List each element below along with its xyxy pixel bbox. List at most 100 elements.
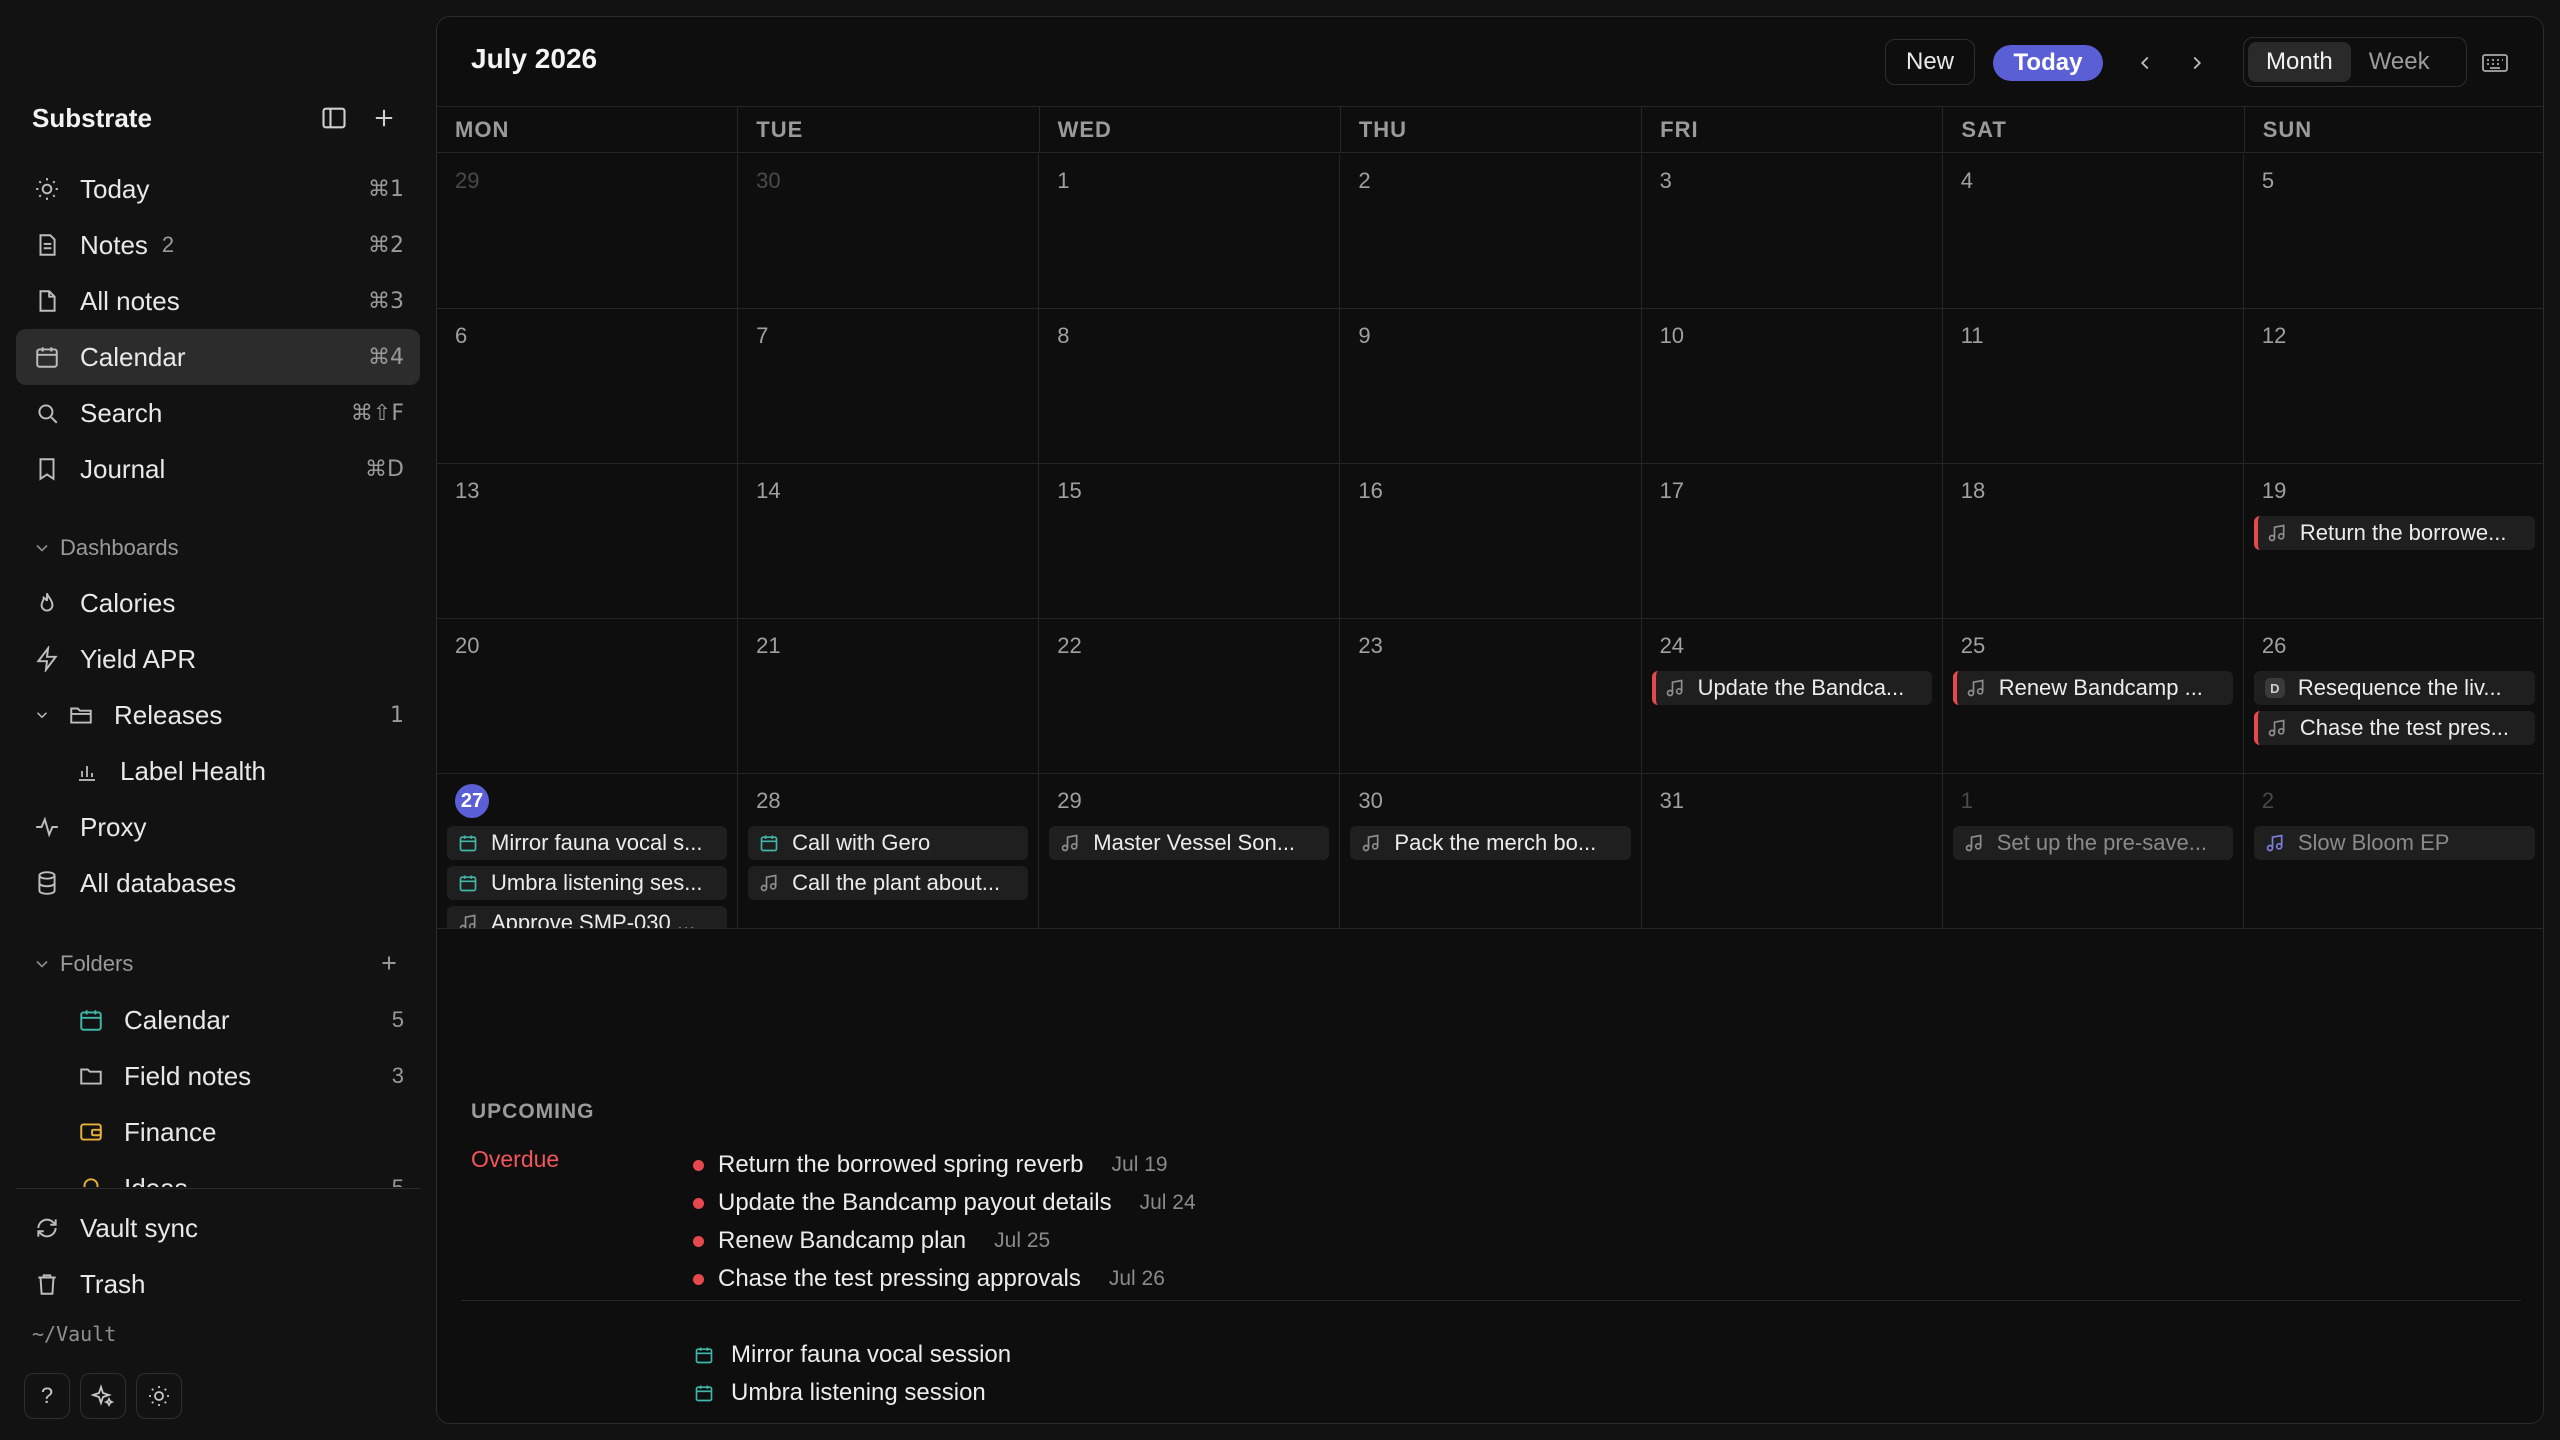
- day-cell[interactable]: 18: [1942, 464, 2244, 619]
- event-chip[interactable]: Mirror fauna vocal s...: [447, 826, 728, 860]
- add-icon[interactable]: [364, 98, 404, 138]
- day-cell[interactable]: 1: [1039, 154, 1341, 309]
- upcoming-item[interactable]: Umbra listening session: [693, 1374, 1011, 1412]
- day-cell[interactable]: 28 Call with Gero Call the plant about...: [738, 774, 1040, 929]
- nav-item-calories[interactable]: Calories: [16, 575, 420, 631]
- event-chip-overdue[interactable]: Update the Bandca...: [1651, 671, 1932, 705]
- day-cell[interactable]: 7: [738, 309, 1040, 464]
- day-cell[interactable]: 31: [1641, 774, 1943, 929]
- day-cell[interactable]: 2 Slow Bloom EP: [2243, 774, 2543, 929]
- event-chip[interactable]: Umbra listening ses...: [447, 866, 728, 900]
- day-cell[interactable]: 25 Renew Bandcamp ...: [1942, 619, 2244, 774]
- day-number: 19: [2261, 478, 2287, 503]
- music-note-icon: [1963, 832, 1985, 854]
- event-chip[interactable]: D Resequence the liv...: [2253, 671, 2535, 705]
- shortcut-label: ⌘D: [365, 456, 404, 482]
- nav-item-notes[interactable]: Notes 2 ⌘2: [16, 217, 420, 273]
- nav-item-label-health[interactable]: Label Health: [16, 743, 420, 799]
- day-cell[interactable]: 29: [437, 154, 739, 309]
- nav-item-vault-sync[interactable]: Vault sync: [16, 1200, 420, 1256]
- overdue-item[interactable]: Renew Bandcamp plan Jul 25: [693, 1222, 1196, 1260]
- prev-month-button[interactable]: [2127, 45, 2163, 81]
- folder-item-calendar[interactable]: Calendar 5: [16, 992, 420, 1048]
- upcoming-divider: [461, 1300, 2521, 1301]
- day-cell[interactable]: 4: [1942, 154, 2244, 309]
- event-chip[interactable]: Master Vessel Son...: [1049, 826, 1330, 860]
- day-cell[interactable]: 8: [1039, 309, 1341, 464]
- nav-item-all-notes[interactable]: All notes ⌘3: [16, 273, 420, 329]
- day-cell[interactable]: 3: [1641, 154, 1943, 309]
- folder-item-finance[interactable]: Finance: [16, 1104, 420, 1160]
- dashboards-section-header[interactable]: Dashboards: [32, 530, 404, 566]
- day-cell[interactable]: 19 Return the borrowe...: [2243, 464, 2543, 619]
- day-cell[interactable]: 17: [1641, 464, 1943, 619]
- nav-item-releases[interactable]: Releases 1: [16, 687, 420, 743]
- overdue-item[interactable]: Update the Bandcamp payout details Jul 24: [693, 1184, 1196, 1222]
- event-chip[interactable]: Call with Gero: [748, 826, 1029, 860]
- day-cell[interactable]: 13: [437, 464, 739, 619]
- day-cell[interactable]: 14: [738, 464, 1040, 619]
- theme-button[interactable]: [136, 1373, 182, 1419]
- day-cell[interactable]: 2: [1340, 154, 1642, 309]
- next-month-button[interactable]: [2179, 45, 2215, 81]
- event-chip[interactable]: Slow Bloom EP: [2253, 826, 2535, 860]
- sparkle-button[interactable]: [80, 1373, 126, 1419]
- day-cell[interactable]: 30: [738, 154, 1040, 309]
- weekday-label: WED: [1040, 107, 1341, 152]
- day-cell[interactable]: 23: [1340, 619, 1642, 774]
- chevron-down-icon[interactable]: [32, 700, 52, 730]
- day-cell[interactable]: 12: [2243, 309, 2543, 464]
- overdue-item[interactable]: Return the borrowed spring reverb Jul 19: [693, 1146, 1196, 1184]
- day-cell[interactable]: 22: [1039, 619, 1341, 774]
- event-chip[interactable]: Call the plant about...: [748, 866, 1029, 900]
- day-number: 14: [756, 478, 781, 503]
- day-cell[interactable]: 30 Pack the merch bo...: [1340, 774, 1642, 929]
- event-chip-overdue[interactable]: Renew Bandcamp ...: [1952, 671, 2233, 705]
- event-chip-overdue[interactable]: Return the borrowe...: [2253, 516, 2535, 550]
- toggle-sidebar-icon[interactable]: [314, 98, 354, 138]
- event-chip[interactable]: Set up the pre-save...: [1952, 826, 2233, 860]
- nav-item-journal[interactable]: Journal ⌘D: [16, 441, 420, 497]
- day-cell[interactable]: 1 Set up the pre-save...: [1942, 774, 2244, 929]
- shortcut-label: ⌘⇧F: [350, 400, 404, 426]
- day-cell[interactable]: 24 Update the Bandca...: [1641, 619, 1943, 774]
- overdue-item-date: Jul 19: [1111, 1153, 1168, 1176]
- event-chip-overdue[interactable]: Chase the test pres...: [2253, 711, 2535, 745]
- help-button[interactable]: ?: [24, 1373, 70, 1419]
- nav-label: Today: [80, 173, 150, 204]
- day-cell[interactable]: 11: [1942, 309, 2244, 464]
- day-cell[interactable]: 5: [2243, 154, 2543, 309]
- event-chip[interactable]: Approve SMP-030 ...: [447, 906, 728, 928]
- day-cell[interactable]: 9: [1340, 309, 1642, 464]
- day-cell-today[interactable]: 27 Mirror fauna vocal s... Umbra listening…: [437, 774, 739, 929]
- nav-item-all-databases[interactable]: All databases: [16, 855, 420, 911]
- folder-item-ideas[interactable]: Ideas 5: [16, 1160, 420, 1187]
- day-cell[interactable]: 21: [738, 619, 1040, 774]
- day-cell[interactable]: 29 Master Vessel Son...: [1039, 774, 1341, 929]
- day-cell[interactable]: 20: [437, 619, 739, 774]
- folder-item-field-notes[interactable]: Field notes 3: [16, 1048, 420, 1104]
- nav-item-trash[interactable]: Trash: [16, 1256, 420, 1312]
- view-month-option[interactable]: Month: [2248, 42, 2351, 82]
- overdue-item[interactable]: Chase the test pressing approvals Jul 26: [693, 1260, 1196, 1298]
- day-cell[interactable]: 6: [437, 309, 739, 464]
- event-chip[interactable]: Pack the merch bo...: [1350, 826, 1631, 860]
- keyboard-shortcuts-button[interactable]: [2475, 47, 2515, 79]
- upcoming-item[interactable]: Mirror fauna vocal session: [693, 1336, 1011, 1374]
- view-week-option[interactable]: Week: [2351, 42, 2448, 82]
- chevron-left-icon: [2134, 52, 2156, 74]
- add-folder-icon[interactable]: [376, 950, 404, 978]
- nav-item-search[interactable]: Search ⌘⇧F: [16, 385, 420, 441]
- folders-section-header[interactable]: Folders: [32, 946, 404, 982]
- nav-item-proxy[interactable]: Proxy: [16, 799, 420, 855]
- today-button[interactable]: Today: [1993, 45, 2103, 81]
- new-event-button[interactable]: New: [1885, 39, 1975, 85]
- day-cell[interactable]: 15: [1039, 464, 1341, 619]
- day-cell[interactable]: 10: [1641, 309, 1943, 464]
- day-cell[interactable]: 16: [1340, 464, 1642, 619]
- nav-item-today[interactable]: Today ⌘1: [16, 161, 420, 217]
- day-number: 1: [1057, 168, 1070, 193]
- nav-item-calendar[interactable]: Calendar ⌘4: [16, 329, 420, 385]
- day-cell[interactable]: 26 D Resequence the liv... Chase the test p…: [2243, 619, 2543, 774]
- nav-item-yield-apr[interactable]: Yield APR: [16, 631, 420, 687]
